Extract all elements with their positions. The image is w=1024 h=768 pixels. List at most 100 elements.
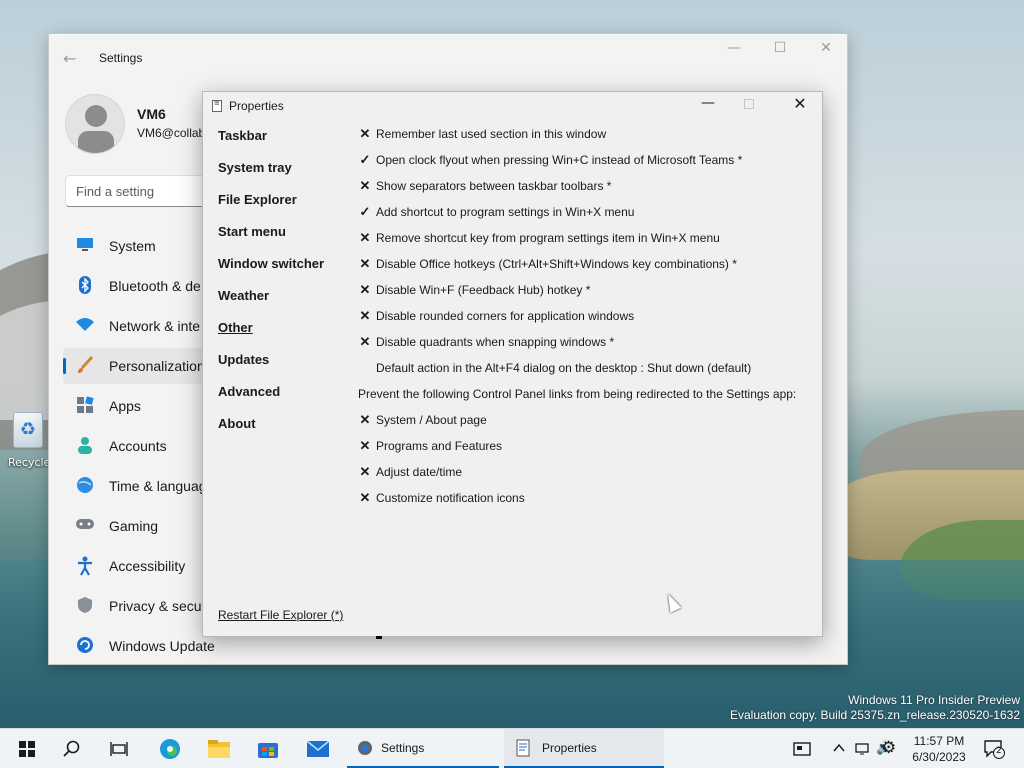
watermark-build: Evaluation copy. Build 25375.zn_release.… [730, 708, 1020, 722]
chevron-up-icon[interactable] [832, 741, 846, 759]
settings-titlebar[interactable]: ← Settings — ☐ ✕ [49, 34, 847, 82]
option-winx-shortcut[interactable]: ✓ Add shortcut to program settings in Wi… [358, 204, 818, 230]
bluetooth-icon [75, 276, 95, 296]
gear-icon[interactable]: ⚙ [881, 738, 896, 758]
back-arrow-icon[interactable]: ← [63, 49, 76, 68]
option-redirect-notification-icons[interactable]: ✕ Customize notification icons [358, 490, 818, 516]
close-icon[interactable]: ✕ [803, 40, 849, 56]
option-mark: ✕ [359, 334, 371, 349]
option-label: Disable Office hotkeys (Ctrl+Alt+Shift+W… [376, 257, 737, 271]
option-label: Disable rounded corners for application … [376, 309, 635, 323]
maximize-icon[interactable]: ☐ [757, 40, 803, 56]
option-mark: ✕ [359, 490, 371, 505]
globe-icon [75, 476, 95, 496]
store-icon[interactable] [246, 729, 290, 768]
option-winf-hotkey[interactable]: ✕ Disable Win+F (Feedback Hub) hotkey * [358, 282, 818, 308]
option-redirect-about[interactable]: ✕ System / About page [358, 412, 818, 438]
option-mark: ✕ [359, 282, 371, 297]
option-label: Remove shortcut key from program setting… [376, 231, 720, 245]
watermark-edition: Windows 11 Pro Insider Preview [848, 693, 1020, 707]
sidebar-item-label: Accounts [109, 438, 167, 454]
taskbar: Settings Properties 🔊 ⚙ 11:57 PM 6/30/20… [0, 728, 1024, 768]
user-email: VM6@collab [137, 126, 206, 140]
settings-title: Settings [99, 51, 143, 65]
properties-title: Properties [229, 99, 284, 113]
redirect-heading: Prevent the following Control Panel link… [358, 386, 818, 412]
section-other[interactable]: Other [218, 320, 324, 352]
taskbar-app-properties[interactable]: Properties [504, 729, 664, 768]
option-altf4-default[interactable]: Default action in the Alt+F4 dialog on t… [358, 360, 818, 386]
sidebar-item-label: Windows Update [109, 638, 215, 654]
display-icon [75, 236, 95, 256]
option-mark: ✕ [359, 178, 371, 193]
section-weather[interactable]: Weather [218, 288, 324, 320]
section-updates[interactable]: Updates [218, 352, 324, 384]
option-mark: ✕ [359, 412, 371, 427]
option-redirect-datetime[interactable]: ✕ Adjust date/time [358, 464, 818, 490]
sidebar-item-label: Bluetooth & de [109, 278, 201, 294]
minimize-icon[interactable]: — [697, 95, 719, 111]
option-clock-flyout[interactable]: ✓ Open clock flyout when pressing Win+C … [358, 152, 818, 178]
update-icon [75, 636, 95, 656]
section-advanced[interactable]: Advanced [218, 384, 324, 416]
taskbar-clock[interactable]: 11:57 PM 6/30/2023 [903, 733, 975, 765]
option-snap-quadrants[interactable]: ✕ Disable quadrants when snapping window… [358, 334, 818, 360]
gamepad-icon [75, 516, 95, 536]
option-label: Customize notification icons [376, 491, 525, 505]
avatar[interactable] [65, 94, 125, 154]
user-name: VM6 [137, 106, 166, 122]
section-window-switcher[interactable]: Window switcher [218, 256, 324, 288]
sidebar-item-label: System [109, 238, 156, 254]
avatar-head [85, 105, 107, 127]
option-remember-section[interactable]: ✕ Remember last used section in this win… [358, 126, 818, 152]
windows-logo-icon [19, 741, 35, 757]
option-label: Adjust date/time [376, 465, 463, 479]
properties-app-icon [516, 739, 530, 760]
redirect-heading-text: Prevent the following Control Panel link… [358, 387, 797, 401]
news-widget-icon[interactable] [793, 741, 811, 761]
gear-icon [356, 739, 374, 760]
mail-icon[interactable] [296, 729, 340, 768]
sidebar-item-label: Time & languag [109, 478, 205, 494]
network-icon[interactable] [855, 741, 869, 759]
option-label: Show separators between taskbar toolbars… [376, 179, 612, 193]
recycle-bin-icon: ♻ [13, 412, 43, 448]
option-label: Disable quadrants when snapping windows … [376, 335, 615, 349]
section-system-tray[interactable]: System tray [218, 160, 324, 192]
properties-dialog: ≡ Properties — ✕ Taskbar System tray Fil… [202, 91, 823, 637]
option-rounded-corners[interactable]: ✕ Disable rounded corners for applicatio… [358, 308, 818, 334]
search-icon[interactable] [50, 729, 94, 768]
section-about[interactable]: About [218, 416, 324, 448]
restart-explorer-link[interactable]: Restart File Explorer (*) [218, 608, 343, 622]
task-view-icon[interactable] [97, 729, 141, 768]
recycle-bin-shortcut[interactable]: ♻ Recycle [8, 410, 50, 470]
start-button[interactable] [2, 729, 46, 768]
section-taskbar[interactable]: Taskbar [218, 128, 324, 160]
option-label: System / About page [376, 413, 487, 427]
option-mark: ✓ [359, 204, 371, 219]
option-redirect-programs[interactable]: ✕ Programs and Features [358, 438, 818, 464]
notification-icon[interactable]: 2 [983, 739, 1005, 763]
option-label: Programs and Features [376, 439, 503, 453]
clock-time: 11:57 PM [913, 734, 965, 748]
section-start-menu[interactable]: Start menu [218, 224, 324, 256]
option-toolbar-separators[interactable]: ✕ Show separators between taskbar toolba… [358, 178, 818, 204]
section-file-explorer[interactable]: File Explorer [218, 192, 324, 224]
close-icon[interactable]: ✕ [789, 94, 811, 113]
minimize-icon[interactable]: — [711, 40, 757, 56]
option-mark: ✕ [359, 230, 371, 245]
build-watermark: Windows 11 Pro Insider Preview Evaluatio… [730, 693, 1020, 723]
taskbar-app-settings[interactable]: Settings [347, 729, 499, 768]
option-mark: ✕ [359, 308, 371, 323]
option-mark: ✓ [359, 152, 371, 167]
clock-date: 6/30/2023 [912, 750, 966, 764]
sidebar-item-label: Privacy & secur [109, 598, 205, 614]
option-label: Open clock flyout when pressing Win+C in… [376, 153, 743, 167]
properties-app-icon: ≡ [212, 100, 222, 112]
edge-browser-icon[interactable] [148, 729, 192, 768]
option-winx-shortcut-key[interactable]: ✕ Remove shortcut key from program setti… [358, 230, 818, 256]
avatar-body [78, 131, 114, 153]
file-explorer-icon[interactable] [197, 729, 241, 768]
wifi-icon [75, 316, 95, 336]
option-office-hotkeys[interactable]: ✕ Disable Office hotkeys (Ctrl+Alt+Shift… [358, 256, 818, 282]
